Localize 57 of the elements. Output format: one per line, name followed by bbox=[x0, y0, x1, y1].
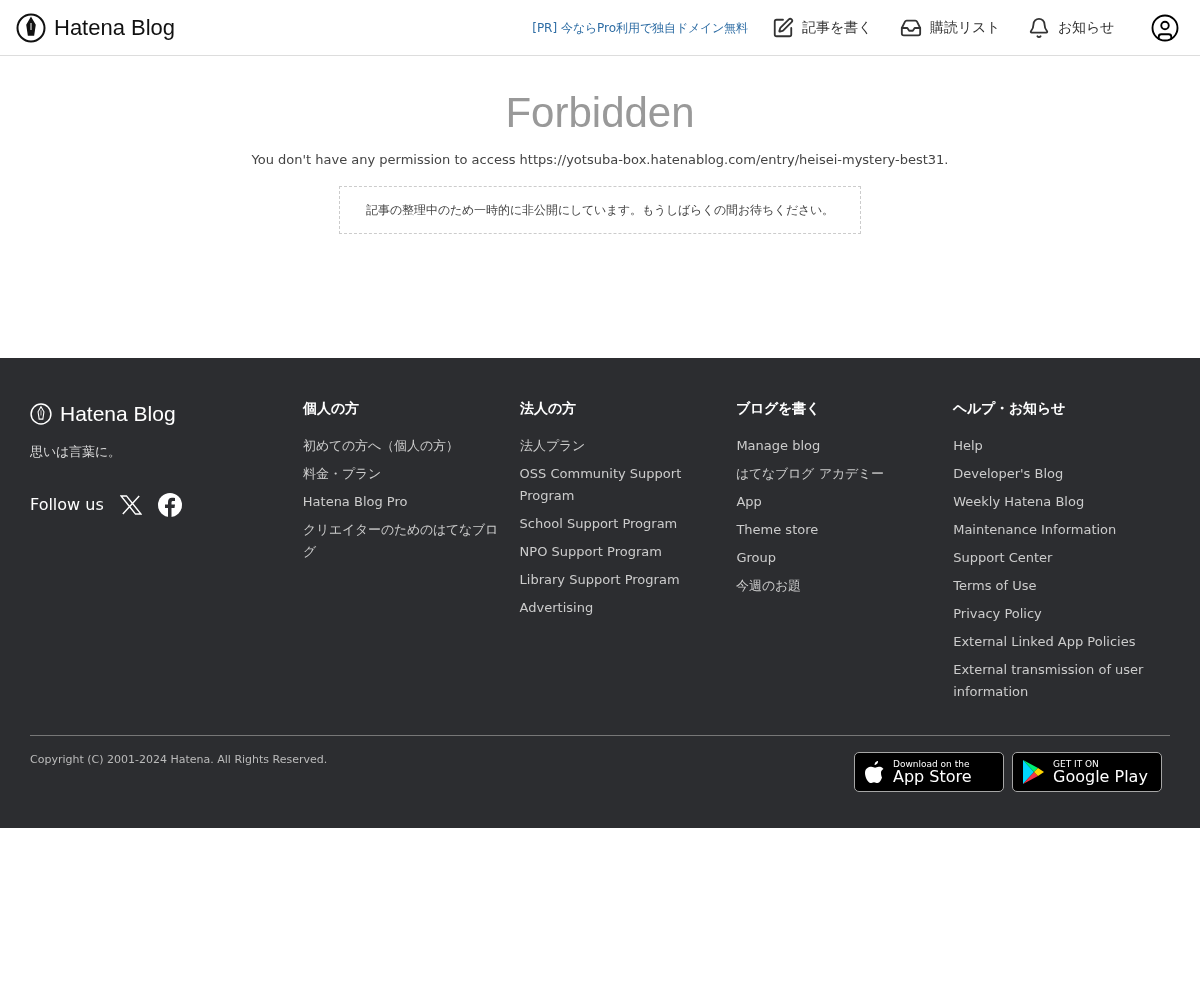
footer-link[interactable]: 今週のお題 bbox=[736, 575, 934, 597]
apple-icon bbox=[863, 759, 885, 785]
nav-link[interactable]: 記事を書く bbox=[772, 16, 872, 39]
badge-store-name: Google Play bbox=[1053, 768, 1148, 785]
footer-link[interactable]: Manage blog bbox=[736, 435, 934, 457]
nav-link[interactable]: お知らせ bbox=[1028, 16, 1114, 39]
edit-icon bbox=[772, 16, 794, 39]
footer-link[interactable]: Support Center bbox=[953, 547, 1150, 569]
page-title: Forbidden bbox=[505, 92, 695, 134]
user-avatar-icon[interactable] bbox=[1150, 12, 1180, 43]
footer-link[interactable]: Privacy Policy bbox=[953, 603, 1150, 625]
promo-link[interactable]: [PR] 今ならPro利用で独自ドメイン無料 bbox=[532, 18, 748, 37]
x-logo-icon[interactable] bbox=[119, 495, 142, 515]
nav-link[interactable]: 購読リスト bbox=[900, 16, 1000, 39]
footer-link[interactable]: Help bbox=[953, 435, 1150, 457]
follow-label: Follow us bbox=[30, 494, 104, 516]
logo-text: Hatena Blog bbox=[54, 14, 176, 42]
logo-link[interactable]: Hatena Blog bbox=[16, 11, 176, 44]
pen-nib-logo-icon bbox=[30, 402, 52, 425]
footer-link[interactable]: Terms of Use bbox=[953, 575, 1150, 597]
footer-link[interactable]: Group bbox=[736, 547, 934, 569]
footer-link[interactable]: Hatena Blog Pro bbox=[302, 491, 500, 513]
footer-link[interactable]: Weekly Hatena Blog bbox=[953, 491, 1150, 513]
tagline: 思いは言葉に。 bbox=[30, 442, 122, 461]
store-badge[interactable]: GET IT ON Google Play bbox=[1012, 752, 1162, 792]
badge-store-name: App Store bbox=[893, 768, 972, 785]
footer-link[interactable]: Maintenance Information bbox=[953, 519, 1150, 541]
pen-nib-logo-icon bbox=[16, 12, 46, 43]
footer-link[interactable]: School Support Program bbox=[519, 513, 717, 535]
notice-box: 記事の整理中のため一時的に非公開にしています。もうしばらくの間お待ちください。 bbox=[339, 185, 861, 234]
copyright: Copyright (C) 2001-2024 Hatena. All Rights Reserved. bbox=[30, 752, 328, 768]
store-badge[interactable]: Download on the App Store bbox=[854, 752, 1004, 792]
footer-link[interactable]: Developer's Blog bbox=[953, 463, 1150, 485]
footer-heading: ブログを書く bbox=[736, 399, 822, 418]
footer-link[interactable]: Library Support Program bbox=[519, 569, 717, 591]
footer-heading: ヘルプ・お知らせ bbox=[953, 399, 1067, 418]
facebook-icon[interactable] bbox=[157, 493, 182, 517]
footer-logo-text: Hatena Blog bbox=[60, 401, 176, 427]
play-triangle-icon bbox=[1021, 759, 1045, 785]
footer-link[interactable]: External transmission of user information bbox=[953, 659, 1150, 703]
footer-link[interactable]: 初めての方へ（個人の方） bbox=[302, 435, 500, 457]
footer-link[interactable]: 法人プラン bbox=[519, 435, 717, 457]
footer-link[interactable]: 料金・プラン bbox=[302, 463, 500, 485]
footer-link[interactable]: クリエイターのためのはてなブログ bbox=[302, 519, 500, 563]
bell-icon bbox=[1028, 16, 1050, 39]
footer-link[interactable]: Theme store bbox=[736, 519, 934, 541]
footer-link[interactable]: External Linked App Policies bbox=[953, 631, 1150, 653]
footer-heading: 個人の方 bbox=[302, 399, 360, 418]
footer-link[interactable]: App bbox=[736, 491, 934, 513]
footer-link[interactable]: NPO Support Program bbox=[519, 541, 717, 563]
footer-link[interactable]: OSS Community Support Program bbox=[519, 463, 717, 507]
footer-link[interactable]: Advertising bbox=[519, 597, 717, 619]
badge-caption: GET IT ON bbox=[1053, 759, 1100, 769]
footer-link[interactable]: はてなブログ アカデミー bbox=[736, 463, 934, 485]
badge-caption: Download on the bbox=[893, 759, 971, 769]
footer-heading: 法人の方 bbox=[519, 399, 577, 418]
error-message: You don't have any permission to access https://yotsuba-box.hatenablog.com/entry/heisei-mystery-best31. bbox=[251, 151, 949, 169]
